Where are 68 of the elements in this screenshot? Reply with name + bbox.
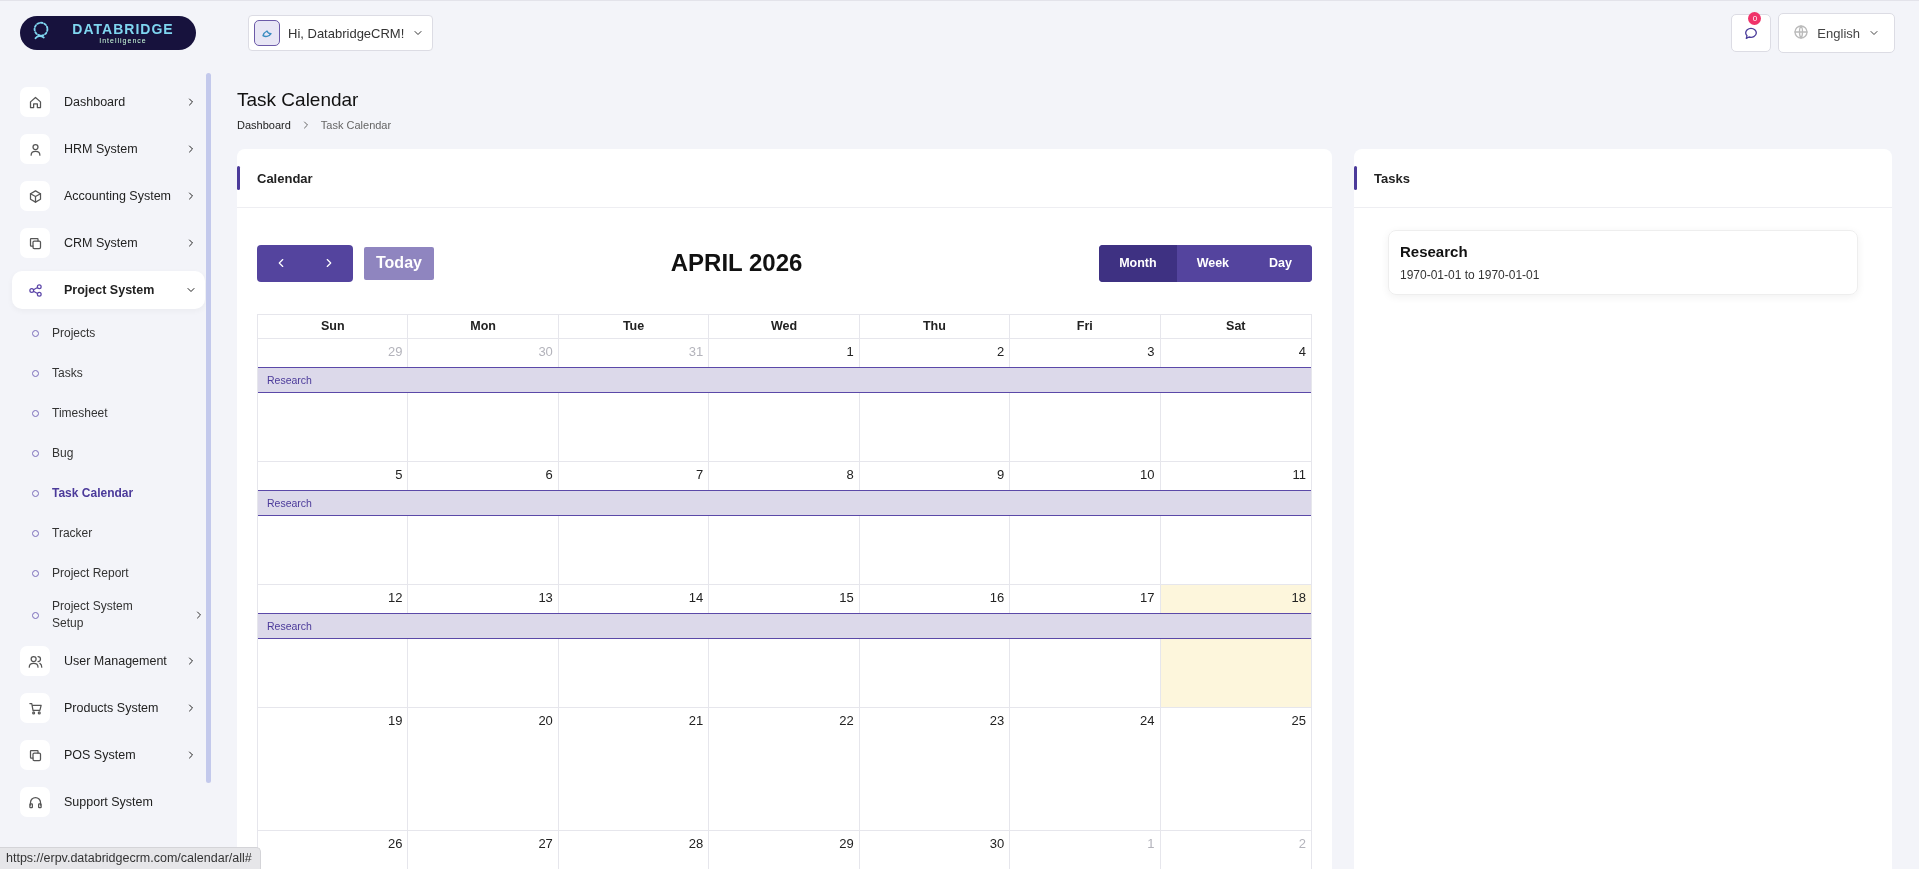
- globe-icon: [1793, 23, 1810, 40]
- task-title: Research: [1400, 243, 1469, 260]
- weekday-header: Fri: [1010, 315, 1161, 338]
- sidebar-item[interactable]: Accounting System: [17, 177, 205, 215]
- card-title: Tasks: [1374, 170, 1410, 186]
- event-bar[interactable]: Research: [258, 490, 1311, 516]
- sidebar-item[interactable]: Support System: [17, 783, 205, 821]
- headphones-icon: [27, 794, 43, 810]
- weekday-header: Thu: [859, 315, 1011, 338]
- day-cell[interactable]: 24: [1010, 708, 1161, 736]
- messages-button[interactable]: 0: [1731, 14, 1772, 52]
- home-icon: [27, 94, 43, 110]
- cube-icon: [27, 188, 43, 204]
- calendar-title: APRIL 2026: [670, 249, 803, 276]
- day-cell[interactable]: 21: [558, 708, 710, 736]
- sidebar-item[interactable]: Dashboard: [17, 83, 205, 121]
- day-cell[interactable]: 30: [859, 831, 1011, 859]
- logo-title: DATABRIDGE: [72, 22, 174, 37]
- weekday-header: Sun: [258, 315, 409, 338]
- day-cell[interactable]: 23: [859, 708, 1011, 736]
- sidebar-item[interactable]: HRM System: [17, 130, 205, 168]
- copy-icon: [27, 747, 43, 763]
- day-cell[interactable]: 28: [558, 831, 710, 859]
- day-cell[interactable]: 20: [408, 708, 559, 736]
- user-menu[interactable]: Hi, DatabridgeCRM!: [248, 15, 434, 51]
- breadcrumb[interactable]: Dashboard: [237, 119, 291, 131]
- language-select[interactable]: English: [1778, 13, 1895, 53]
- task-card[interactable]: Research 1970-01-01 to 1970-01-01: [1388, 230, 1858, 295]
- sidebar-item[interactable]: CRM System: [17, 224, 205, 262]
- day-cell[interactable]: 27: [408, 831, 559, 859]
- weekday-header: Sat: [1225, 318, 1247, 335]
- sidebar-item[interactable]: POS System: [17, 736, 205, 774]
- sidebar-item[interactable]: Project System: [12, 271, 205, 309]
- cart-icon: [27, 700, 43, 716]
- sidebar-item[interactable]: User Management: [17, 642, 205, 680]
- day-cell[interactable]: 4: [1160, 339, 1311, 367]
- day-cell[interactable]: 29: [709, 831, 860, 859]
- submenu-item[interactable]: Project Report: [32, 558, 205, 588]
- breadcrumb: Task Calendar: [320, 119, 392, 131]
- submenu-item[interactable]: Bug: [32, 438, 205, 468]
- event-bar[interactable]: Research: [258, 613, 1311, 639]
- submenu-item[interactable]: Projects: [32, 318, 205, 348]
- share-icon: [27, 282, 43, 298]
- scrollbar[interactable]: [206, 73, 211, 783]
- submenu-item[interactable]: Tracker: [32, 518, 205, 548]
- users-icon: [27, 653, 43, 669]
- submenu-item[interactable]: Tasks: [32, 358, 205, 388]
- submenu-item[interactable]: Task Calendar: [32, 478, 205, 508]
- day-cell[interactable]: 19: [258, 708, 409, 736]
- chat-icon: [1743, 25, 1760, 41]
- day-cell[interactable]: 22: [709, 708, 860, 736]
- status-bar-url: https://erpv.databridgecrm.com/calendar/all#: [0, 847, 261, 869]
- view-tab[interactable]: Month: [1099, 244, 1177, 282]
- day-cell[interactable]: 11: [1160, 462, 1311, 490]
- submenu-item[interactable]: Timesheet: [32, 398, 205, 428]
- weekday-header: Wed: [709, 315, 860, 338]
- day-cell[interactable]: 18: [1160, 585, 1311, 613]
- copy-icon: [27, 235, 43, 251]
- submenu-item[interactable]: Project System Setup: [32, 598, 205, 632]
- task-dates: 1970-01-01 to 1970-01-01: [1400, 268, 1541, 282]
- page-title: Task Calendar: [237, 89, 360, 111]
- day-cell[interactable]: 25: [1160, 708, 1311, 736]
- weekday-header: Tue: [558, 315, 710, 338]
- event-bar[interactable]: Research: [258, 367, 1311, 393]
- card-title: Calendar: [257, 170, 313, 186]
- notification-badge: 0: [1748, 12, 1762, 25]
- sidebar-item[interactable]: Products System: [17, 689, 205, 727]
- weekday-header: Mon: [408, 315, 559, 338]
